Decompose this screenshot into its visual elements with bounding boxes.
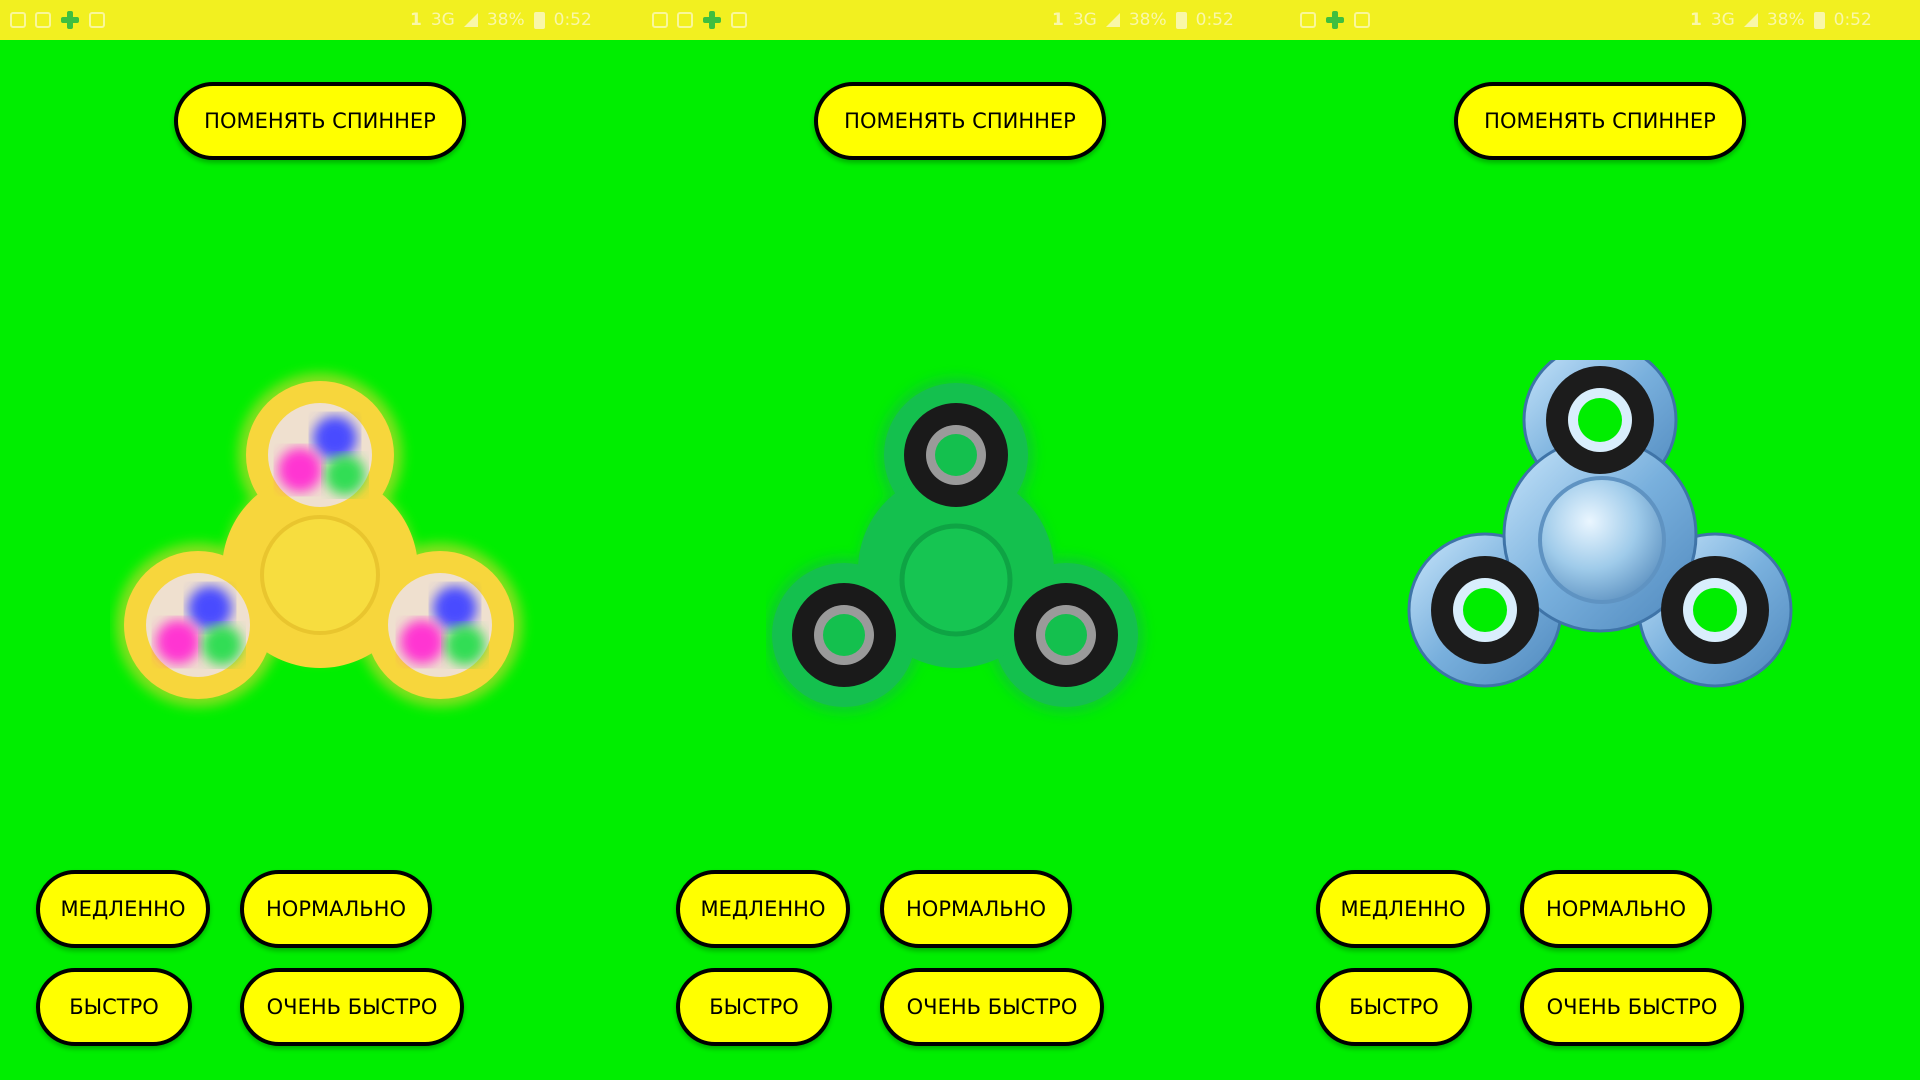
plus-app-icon [702,10,722,30]
speed-very-fast-button[interactable]: ОЧЕНЬ БЫСТРО [880,968,1104,1046]
spinner-panel-1: ПОМЕНЯТЬ СПИННЕР МЕДЛЕННО НОРМАЛЬНО БЫСТ… [0,40,640,1080]
speed-very-fast-button[interactable]: ОЧЕНЬ БЫСТРО [1520,968,1744,1046]
speed-slow-button[interactable]: МЕДЛЕННО [1316,870,1490,948]
image-icon [35,12,51,28]
battery-percent: 38% [1766,10,1805,30]
battery-percent: 38% [486,10,525,30]
speed-normal-button[interactable]: НОРМАЛЬНО [240,870,432,948]
status-bar-left-0 [0,0,105,40]
notification-icon [1354,12,1370,28]
speed-slow-button[interactable]: МЕДЛЕННО [676,870,850,948]
network-type: 3G [430,10,455,30]
spinner-yellow-led[interactable] [110,360,550,780]
notification-icon [89,12,105,28]
sim-indicator: 1 [410,10,422,30]
status-bar-left-1 [652,0,747,40]
speed-fast-button[interactable]: БЫСТРО [676,968,832,1046]
status-bar-right-2: 1 3G 38% 0:52 [1690,0,1872,40]
network-type: 3G [1710,10,1735,30]
speed-fast-button[interactable]: БЫСТРО [1316,968,1472,1046]
sim-indicator: 1 [1690,10,1702,30]
change-spinner-button[interactable]: ПОМЕНЯТЬ СПИННЕР [1454,82,1746,160]
battery-percent: 38% [1128,10,1167,30]
speed-normal-button[interactable]: НОРМАЛЬНО [880,870,1072,948]
sim-indicator: 1 [1052,10,1064,30]
clock: 0:52 [1195,10,1234,30]
speed-normal-button[interactable]: НОРМАЛЬНО [1520,870,1712,948]
spinner-panel-3: ПОМЕНЯТЬ СПИННЕР МЕДЛЕННО НОРМАЛЬНО БЫСТ… [1280,40,1920,1080]
battery-icon [1175,11,1187,29]
status-bar-right-1: 1 3G 38% 0:52 [1052,0,1234,40]
speed-fast-button[interactable]: БЫСТРО [36,968,192,1046]
speed-very-fast-button[interactable]: ОЧЕНЬ БЫСТРО [240,968,464,1046]
notification-icon [10,12,26,28]
status-bar: 1 3G 38% 0:52 1 3G 38% 0:52 1 3G 38% 0:5… [0,0,1920,40]
clock: 0:52 [553,10,592,30]
change-spinner-button[interactable]: ПОМЕНЯТЬ СПИННЕР [814,82,1106,160]
plus-app-icon [60,10,80,30]
status-bar-right-0: 1 3G 38% 0:52 [410,0,592,40]
change-spinner-button[interactable]: ПОМЕНЯТЬ СПИННЕР [174,82,466,160]
speed-slow-button[interactable]: МЕДЛЕННО [36,870,210,948]
signal-icon [463,13,478,27]
notification-icon [652,12,668,28]
status-bar-left-2 [1300,0,1370,40]
battery-icon [1813,11,1825,29]
spinner-blue-metal[interactable] [1400,360,1840,780]
image-icon [1300,12,1316,28]
spinner-panel-2: ПОМЕНЯТЬ СПИННЕР МЕДЛЕННО НОРМАЛЬНО БЫСТ… [640,40,1280,1080]
signal-icon [1743,13,1758,27]
clock: 0:52 [1833,10,1872,30]
image-icon [677,12,693,28]
plus-app-icon [1325,10,1345,30]
spinner-green[interactable] [766,360,1206,780]
network-type: 3G [1072,10,1097,30]
signal-icon [1105,13,1120,27]
battery-icon [533,11,545,29]
notification-icon [731,12,747,28]
